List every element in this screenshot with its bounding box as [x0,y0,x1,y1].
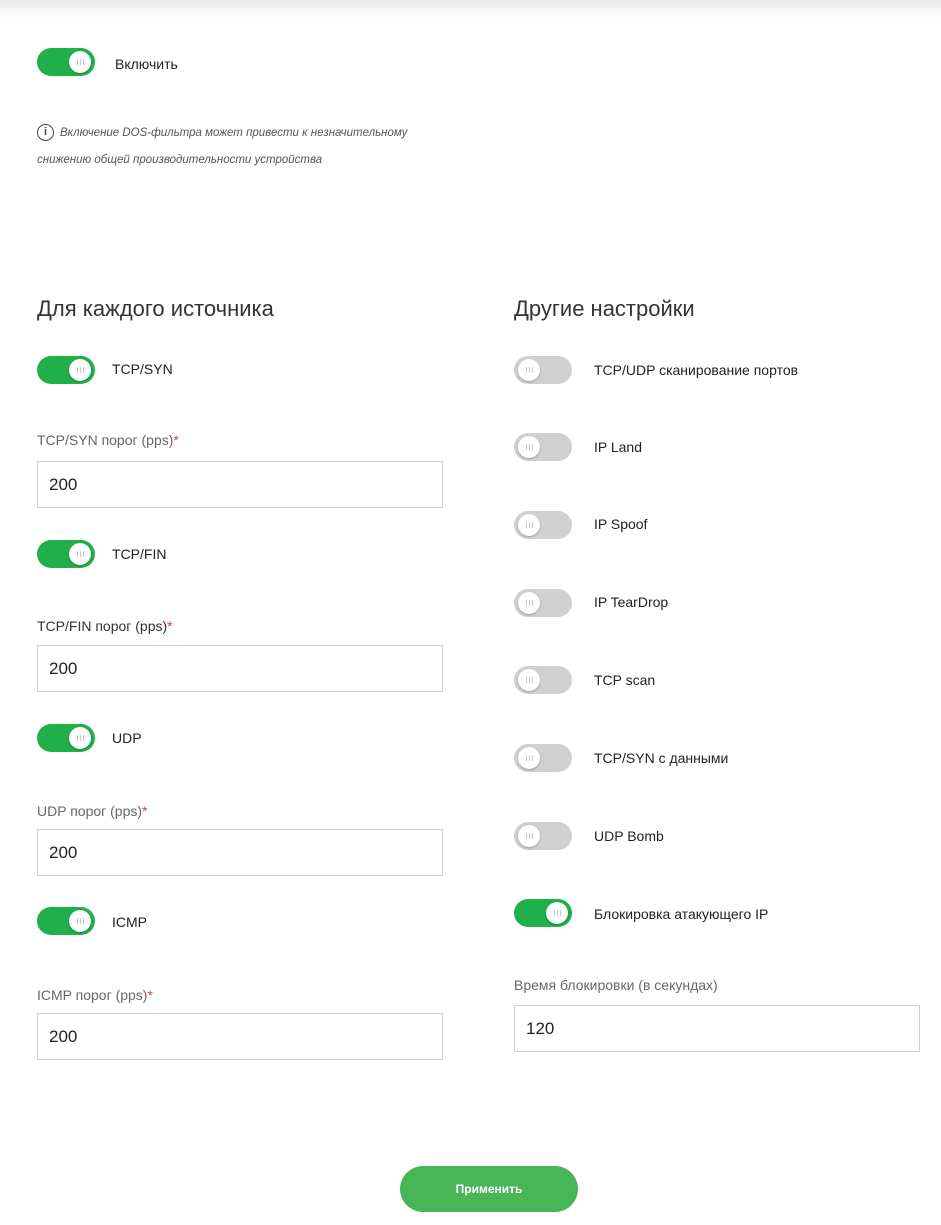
info-note: i Включение DOS-фильтра может привести к … [37,120,427,174]
udp-bomb-toggle[interactable] [514,822,572,850]
ip-land-label: IP Land [594,439,643,455]
required-mark: * [147,987,153,1003]
udp-bomb-label: UDP Bomb [594,828,664,844]
toggle-knob [518,436,540,458]
block-attacker-label: Блокировка атакующего IP [594,906,769,922]
icmp-label: ICMP [112,914,147,930]
toggle-knob [518,359,540,381]
toggle-knob [69,359,91,381]
toggle-knob [518,514,540,536]
apply-button[interactable]: Применить [400,1166,578,1212]
toggle-knob [69,543,91,565]
port-scan-toggle[interactable] [514,356,572,384]
ip-spoof-toggle[interactable] [514,511,572,539]
block-time-input[interactable] [514,1005,920,1052]
toggle-knob [518,669,540,691]
required-mark: * [167,618,173,634]
udp-threshold-label: UDP порог (pps)* [37,803,148,819]
block-attacker-toggle[interactable] [514,899,572,927]
block-time-label: Время блокировки (в секундах) [514,977,718,993]
tcp-syn-data-toggle[interactable] [514,744,572,772]
tcp-syn-label: TCP/SYN [112,361,173,377]
tcp-scan-label: TCP scan [594,672,656,688]
toggle-knob [518,747,540,769]
icmp-threshold-input[interactable] [37,1013,443,1060]
toggle-knob [69,727,91,749]
tcp-syn-threshold-input[interactable] [37,461,443,508]
toggle-knob [518,825,540,847]
tcp-syn-threshold-label: TCP/SYN порог (pps)* [37,432,179,448]
toggle-knob [546,902,568,924]
top-shadow [0,0,941,18]
tcp-scan-toggle[interactable] [514,666,572,694]
info-text: Включение DOS-фильтра может привести к н… [37,127,408,166]
icmp-toggle[interactable] [37,907,95,935]
ip-land-toggle[interactable] [514,433,572,461]
right-section-title: Другие настройки [514,296,695,321]
udp-label: UDP [112,730,142,746]
tcp-fin-threshold-input[interactable] [37,645,443,692]
required-mark: * [142,803,148,819]
ip-teardrop-label: IP TearDrop [594,594,669,610]
left-section-title: Для каждого источника [37,296,274,321]
required-mark: * [173,432,179,448]
enable-toggle[interactable] [37,48,95,76]
udp-threshold-input[interactable] [37,829,443,876]
toggle-knob [69,910,91,932]
tcp-fin-label: TCP/FIN [112,546,167,562]
ip-spoof-label: IP Spoof [594,516,648,532]
enable-label: Включить [115,56,178,72]
tcp-fin-threshold-label: TCP/FIN порог (pps)* [37,618,173,634]
tcp-syn-toggle[interactable] [37,356,95,384]
toggle-knob [518,592,540,614]
toggle-knob [69,51,91,73]
info-icon: i [37,124,54,142]
ip-teardrop-toggle[interactable] [514,589,572,617]
port-scan-label: TCP/UDP сканирование портов [594,362,799,378]
icmp-threshold-label: ICMP порог (pps)* [37,987,153,1003]
udp-toggle[interactable] [37,724,95,752]
tcp-syn-data-label: TCP/SYN с данными [594,750,729,766]
tcp-fin-toggle[interactable] [37,540,95,568]
